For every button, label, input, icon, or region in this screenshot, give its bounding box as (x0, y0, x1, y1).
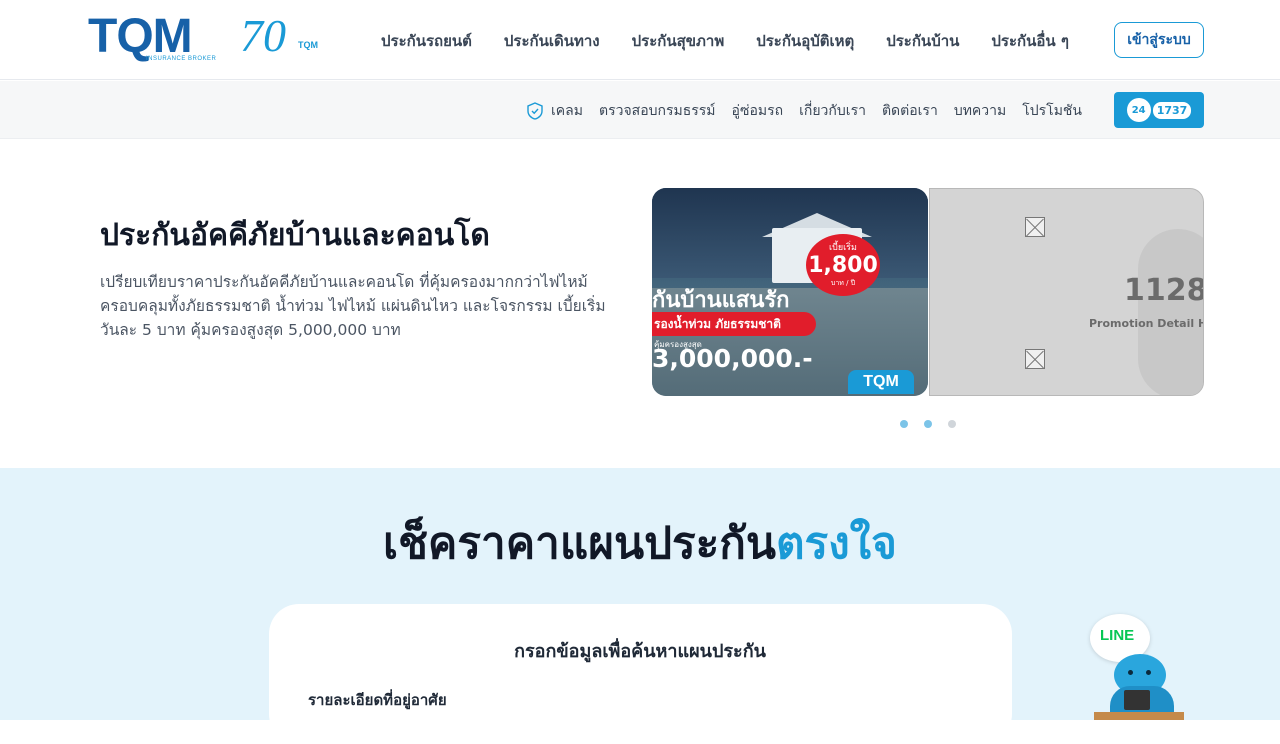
price-badge-label: เบี้ยเริ่ม (829, 243, 857, 253)
anniversary-brand: TQM (298, 40, 318, 50)
sub-nav: เคลม ตรวจสอบกรมธรรม์ อู่ซ่อมรถ เกี่ยวกับ… (527, 100, 1082, 122)
sub-nav-bar: เคลม ตรวจสอบกรมธรรม์ อู่ซ่อมรถ เกี่ยวกับ… (0, 81, 1280, 139)
slide-mascot (1138, 229, 1203, 395)
hero-description: เปรียบเทียบราคาประกันอัคคีภัยบ้านและคอนโ… (100, 273, 606, 339)
carousel-dots (900, 420, 972, 428)
subnav-item-articles[interactable]: บทความ (954, 100, 1006, 122)
price-badge: เบี้ยเริ่ม 1,800 บาท / ปี (806, 234, 880, 296)
subnav-item-promotions[interactable]: โปรโมชัน (1022, 100, 1082, 122)
promotion-text: Promotion Detail High (1089, 317, 1203, 330)
compare-title-highlight: ตรงใจ (775, 518, 897, 569)
nav-item-home-insurance[interactable]: ประกันบ้าน (886, 29, 959, 53)
subnav-item-about[interactable]: เกี่ยวกับเรา (799, 100, 866, 122)
price-badge-amount: 1,800 (808, 253, 878, 278)
subnav-item-contact[interactable]: ติดต่อเรา (882, 100, 938, 122)
nav-item-car-insurance[interactable]: ประกันรถยนต์ (381, 29, 472, 53)
nav-item-health-insurance[interactable]: ประกันสุขภาพ (632, 29, 725, 53)
subnav-claim-label: เคลม (551, 103, 583, 119)
compare-title-main: เช็คราคาแผนประกัน (383, 518, 776, 569)
logo-subtext: INSURANCE BROKER (146, 56, 217, 62)
broken-image-icon (1025, 217, 1045, 237)
logo-text: TQM (88, 10, 193, 63)
hotline-number: 1737 (1152, 101, 1192, 119)
laptop-icon (1124, 690, 1150, 710)
subnav-item-claim[interactable]: เคลม (527, 100, 583, 122)
broken-image-icon (1025, 349, 1045, 369)
subnav-item-garages[interactable]: อู่ซ่อมรถ (732, 100, 784, 122)
top-header: TQM INSURANCE BROKER 70 TQM ประกันรถยนต์… (0, 0, 1280, 80)
desk (1094, 712, 1184, 720)
carousel-dot-3[interactable] (948, 420, 956, 428)
slide-coverage-amount: 3,000,000.- (652, 344, 813, 373)
main-nav: ประกันรถยนต์ ประกันเดินทาง ประกันสุขภาพ … (381, 29, 1069, 53)
carousel-dot-1[interactable] (900, 420, 908, 428)
promotion-number: 1128 (1124, 273, 1204, 308)
carousel-dot-2[interactable] (924, 420, 932, 428)
carousel-slide-home-insurance[interactable]: กันบ้านแสนรัก รองน้ำท่วม ภัยธรรมชาติ คุ้… (652, 188, 928, 396)
carousel-slide-promotion[interactable]: 1128 Promotion Detail High (929, 188, 1204, 396)
line-logo-text: LINE (1100, 627, 1135, 644)
line-chat-widget[interactable]: LINE (1090, 614, 1190, 720)
search-form-card (269, 604, 1012, 744)
compare-section-title: เช็คราคาแผนประกันตรงใจ (0, 508, 1280, 578)
nav-item-travel-insurance[interactable]: ประกันเดินทาง (504, 29, 600, 53)
hotline-24h-icon: 24 (1126, 98, 1151, 122)
nav-item-other-insurance[interactable]: ประกันอื่น ๆ (991, 29, 1069, 53)
login-button[interactable]: เข้าสู่ระบบ (1114, 22, 1204, 58)
slide-brand-logo: TQM (848, 370, 914, 394)
anniversary-logo: 70 TQM (240, 12, 320, 66)
price-badge-unit: บาท / ปี (830, 279, 856, 287)
slide-coverage-bar: รองน้ำท่วม ภัยธรรมชาติ (652, 312, 816, 336)
hotline-button[interactable]: 24 1737 (1114, 92, 1204, 128)
subnav-item-check-policy[interactable]: ตรวจสอบกรมธรรม์ (599, 100, 716, 122)
residence-details-label: รายละเอียดที่อยู่อาศัย (308, 691, 447, 709)
tqm-logo[interactable]: TQM INSURANCE BROKER (88, 12, 238, 68)
shield-check-icon (527, 102, 543, 120)
anniversary-number: 70 (240, 10, 286, 61)
search-form-title: กรอกข้อมูลเพื่อค้นหาแผนประกัน (514, 641, 766, 662)
nav-item-accident-insurance[interactable]: ประกันอุบัติเหตุ (756, 29, 854, 53)
hero-title: ประกันอัคคีภัยบ้านและคอนโด (100, 218, 490, 253)
